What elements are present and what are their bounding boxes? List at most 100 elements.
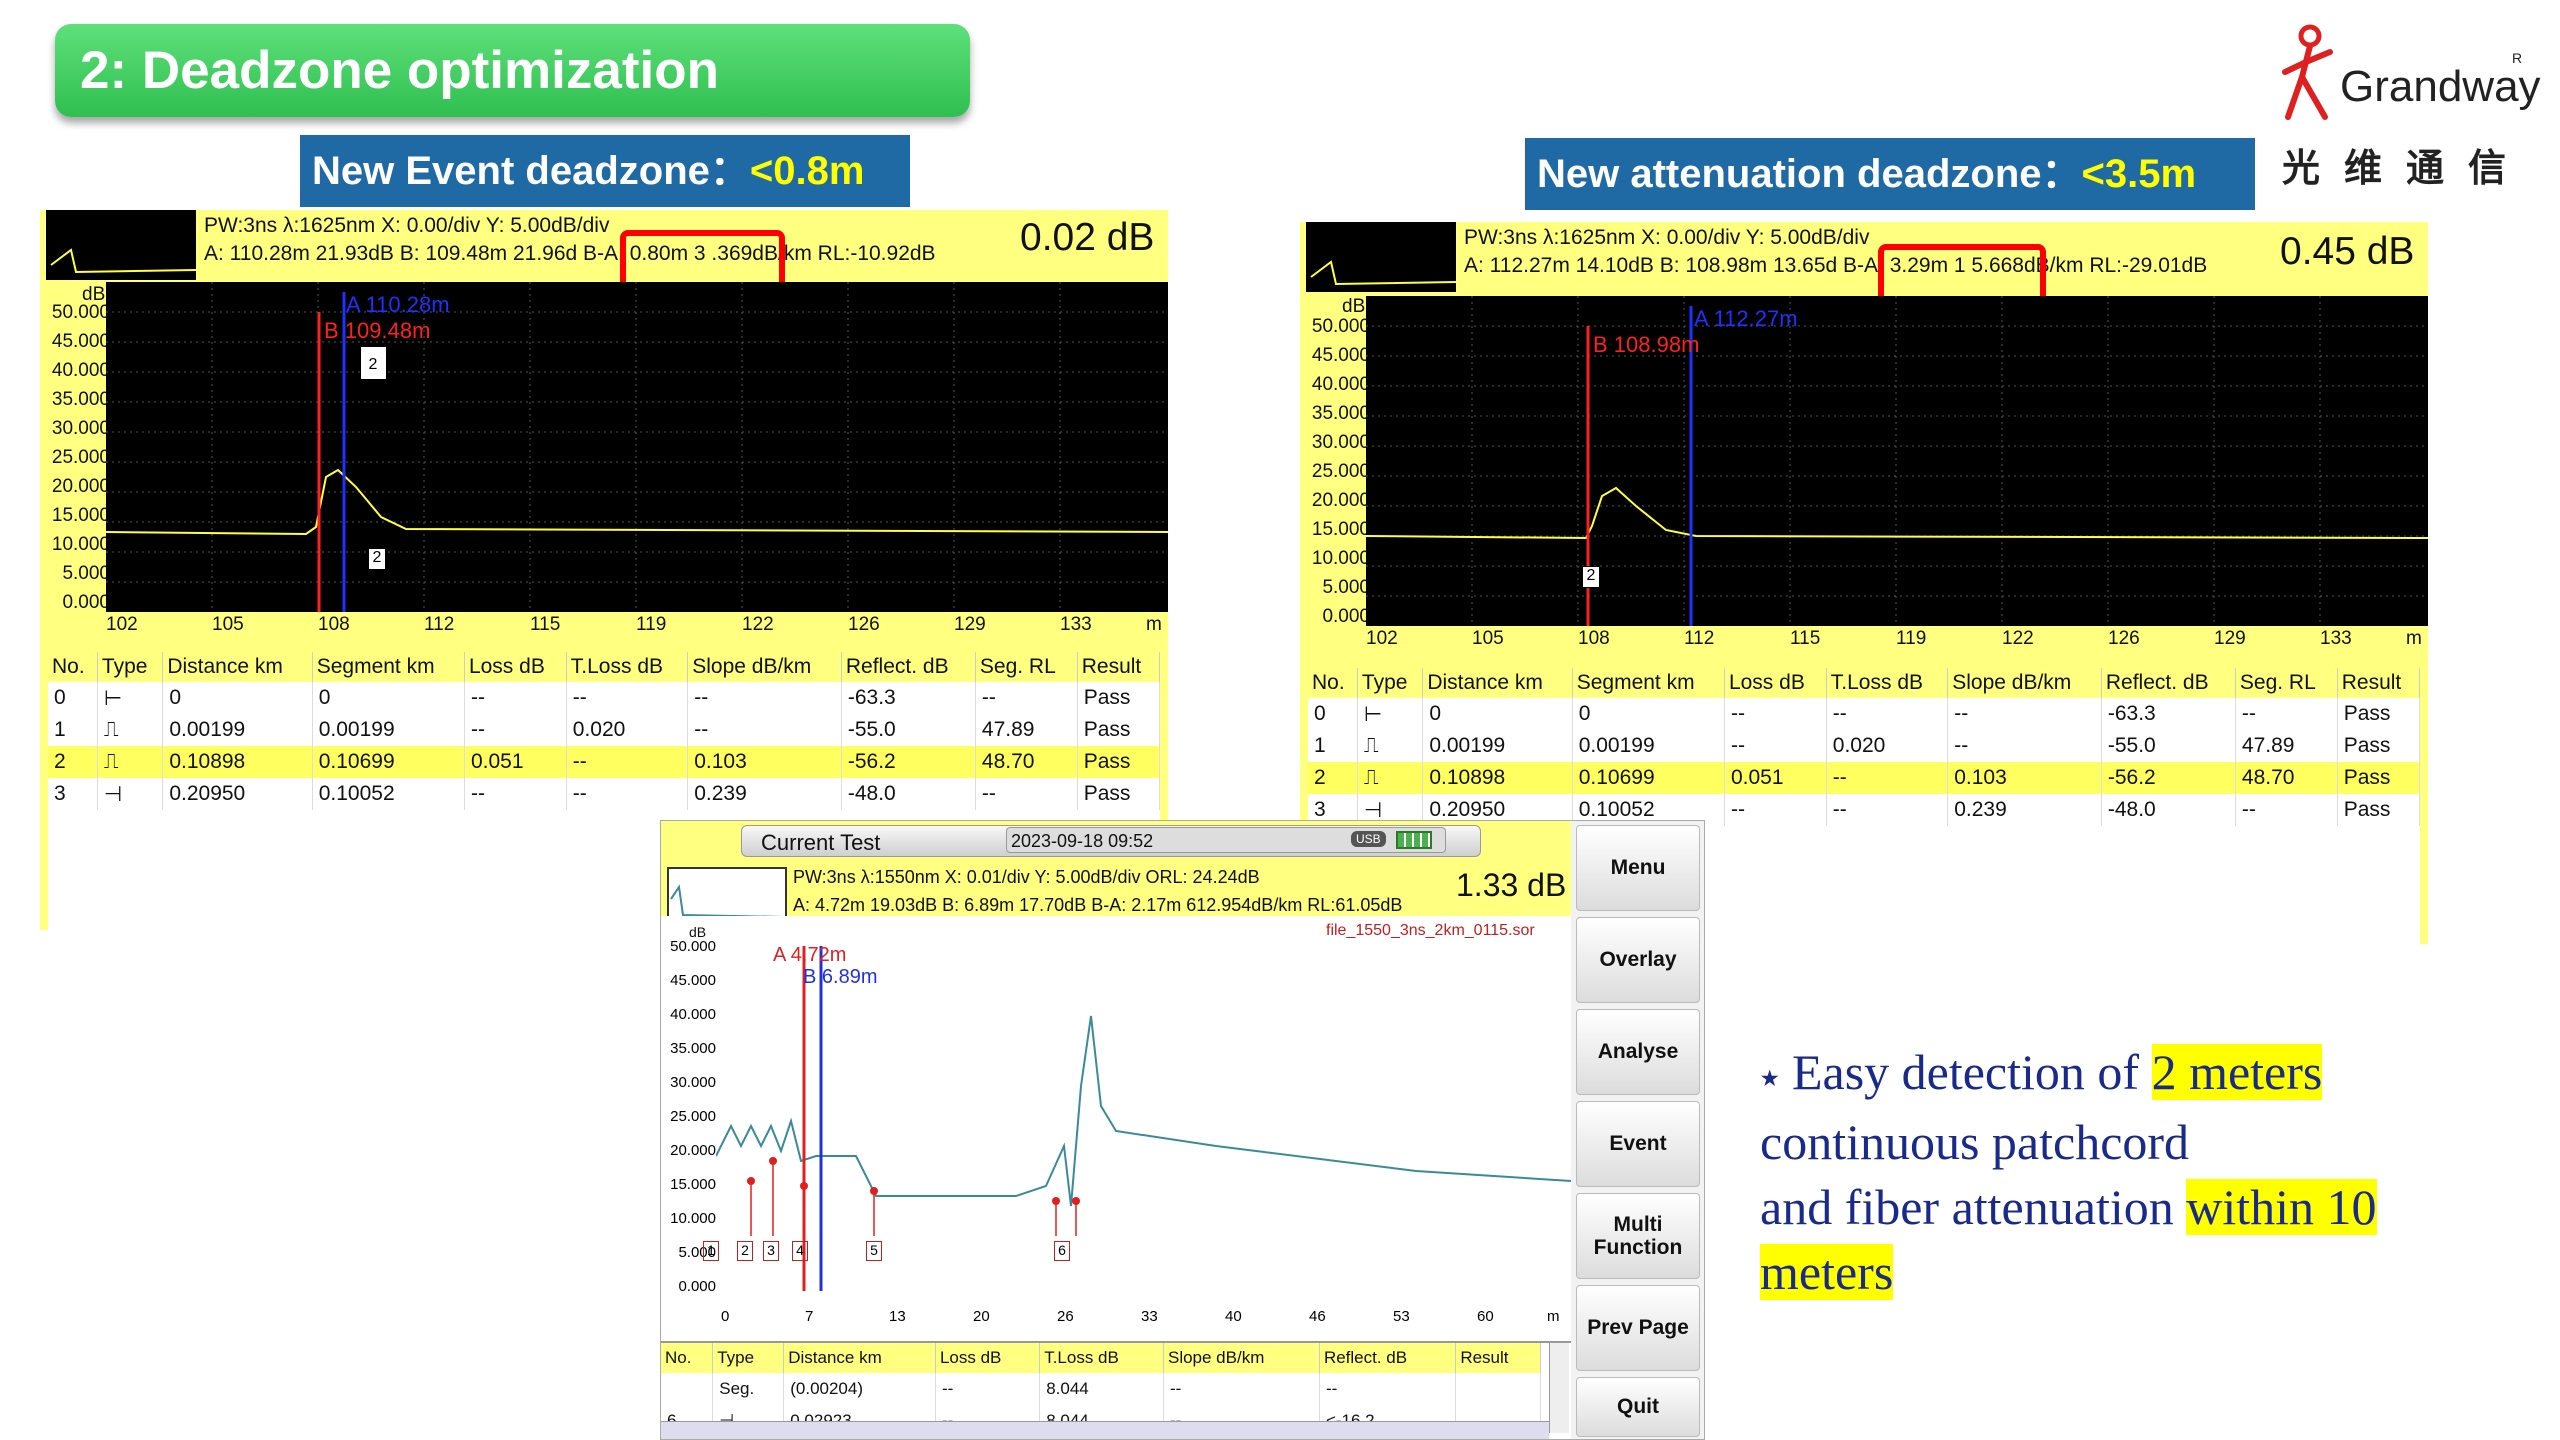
col-header: T.Loss dB [1039,1343,1164,1373]
menu-button[interactable]: Menu [1576,825,1700,911]
event-marker[interactable]: 3 [763,1241,779,1261]
table-row-selected[interactable]: 2 ⎍ 0.10898 0.10699 0.051 -- 0.103 -56.2 48.70 Pa… [1308,762,2421,794]
cell: -- [464,682,567,714]
cell: -48.0 [2101,794,2236,826]
col-header: Result [2337,668,2421,698]
cell: -- [975,682,1078,714]
x-tick: 105 [1472,628,1504,649]
col-header: No. [1308,668,1358,698]
x-tick: 40 [1225,1308,1242,1325]
cell: Pass [2337,698,2421,730]
event-table: No. Type Distance km Segment km Loss dB T.Los… [48,652,1161,810]
usb-icon: USB [1351,831,1386,847]
cell: 1 [1308,730,1358,762]
y-tick: 30.000 [51,418,110,439]
cell: -- [1724,730,1827,762]
overview-thumbnail [46,210,197,280]
cell: 0.00199 [1572,730,1725,762]
trace-area[interactable]: dB file_1550_3ns_2km_0115.sor 50.000 45.… [661,916,1571,1341]
slide-title: 2: Deadzone optimization [55,24,970,117]
cell: 8.044 [1039,1373,1164,1405]
table-row[interactable]: 0 ⊢ 0 0 -- -- -- -63.3 -- Pass [48,682,1161,714]
col-header: No. [48,652,98,682]
cell: 0.103 [687,746,842,778]
cell: 0.103 [1947,762,2102,794]
table-row[interactable]: 3 ⊣ 0.20950 0.10052 -- -- 0.239 -48.0 -- Pass [48,778,1161,810]
event-marker[interactable]: 2 [737,1241,753,1261]
cell: -- [1724,794,1827,826]
bullet-text: Easy detection of [1791,1044,2152,1100]
event-marker[interactable]: 2 [1582,566,1600,588]
x-tick: 129 [2214,628,2246,649]
multi-function-button[interactable]: Multi Function [1576,1193,1700,1279]
table-row-selected[interactable]: 2 ⎍ 0.10898 0.10699 0.051 -- 0.103 -56.2 48.70 Pa… [48,746,1161,778]
horizontal-scrollbar[interactable] [661,1421,1549,1439]
col-header: Result [1455,1343,1541,1373]
prev-page-button[interactable]: Prev Page [1576,1285,1700,1371]
x-tick: 46 [1309,1308,1326,1325]
y-tick: 40.000 [1311,374,1370,395]
table-scrollbar[interactable] [1549,1343,1569,1433]
cell: 0 [48,682,98,714]
cursor-readout: A: 112.27m 14.10dB B: 108.98m 13.65d B-A… [1464,254,2208,277]
y-tick: 10.000 [1311,548,1370,569]
table-row[interactable]: 0 ⊢ 0 0 -- -- -- -63.3 -- Pass [1308,698,2421,730]
cell: 0.10898 [162,746,313,778]
x-tick: 122 [2002,628,2034,649]
overlay-button[interactable]: Overlay [1576,917,1700,1003]
y-tick: 5.000 [1322,577,1370,598]
table-row[interactable]: 1 ⎍ 0.00199 0.00199 -- 0.020 -- -55.0 47.89 Pass [48,714,1161,746]
y-tick: 10.000 [670,1210,716,1227]
cell: 0 [1572,698,1725,730]
cell: 47.89 [975,714,1078,746]
x-tick: 133 [1060,614,1092,635]
event-marker[interactable]: 5 [866,1241,882,1261]
x-tick: 60 [1477,1308,1494,1325]
x-tick: 102 [106,614,138,635]
cell: Pass [2337,762,2421,794]
x-tick: 115 [530,614,561,635]
table-row[interactable]: 1 ⎍ 0.00199 0.00199 -- 0.020 -- -55.0 47.89 Pass [1308,730,2421,762]
y-tick: 30.000 [1311,432,1370,453]
overview-thumbnail[interactable] [667,867,787,922]
trace-params: PW:3ns λ:1625nm X: 0.00/div Y: 5.00dB/di… [204,214,610,237]
cell: -- [464,714,567,746]
overview-thumbnail [1306,222,1457,292]
x-tick: 20 [973,1308,990,1325]
x-tick: 112 [424,614,455,635]
col-header: Type [1357,668,1424,698]
x-tick: 108 [318,614,350,635]
cell: Seg. [712,1373,785,1405]
quit-button[interactable]: Quit [1576,1377,1700,1437]
trace-plot[interactable]: A 112.27m B 108.98m 2 [1365,296,2428,626]
cursor-a-label: A 4.72m [773,944,847,966]
table-row[interactable]: Seg. (0.00204) -- 8.044 -- -- [661,1373,1541,1405]
cell: Pass [1077,714,1161,746]
event-button[interactable]: Event [1576,1101,1700,1187]
y-tick: 40.000 [670,1006,716,1023]
cell: 0.20950 [162,778,313,810]
y-tick: 10.000 [51,534,110,555]
cell: -- [1947,730,2102,762]
col-header: Slope dB/km [1947,668,2102,698]
trace-plot[interactable]: 2 A 110.28m B 109.48m 2 [105,282,1168,612]
cell: -56.2 [841,746,976,778]
tab-current-test[interactable]: Current Test [761,830,880,856]
event-type-icon: ⊢ [97,682,164,714]
event-marker[interactable]: 4 [792,1241,808,1261]
cell: -- [2235,794,2338,826]
cell: 0.051 [1724,762,1827,794]
event-marker[interactable]: 6 [1054,1241,1070,1261]
cell: Pass [1077,778,1161,810]
analyse-button[interactable]: Analyse [1576,1009,1700,1095]
event-marker[interactable]: 2 [368,548,386,570]
y-tick: 40.000 [51,360,110,381]
event-marker[interactable]: 1 [703,1241,719,1261]
cell: (0.00204) [783,1373,936,1405]
event-type-icon: ⎍ [97,714,164,746]
col-header: Type [97,652,164,682]
y-tick: 25.000 [1311,461,1370,482]
cell: 48.70 [975,746,1078,778]
cursor-readout: A: 4.72m 19.03dB B: 6.89m 17.70dB B-A: 2… [793,895,1403,915]
bullet-line-1: ⭑ Easy detection of 2 meters [1760,1040,2440,1110]
